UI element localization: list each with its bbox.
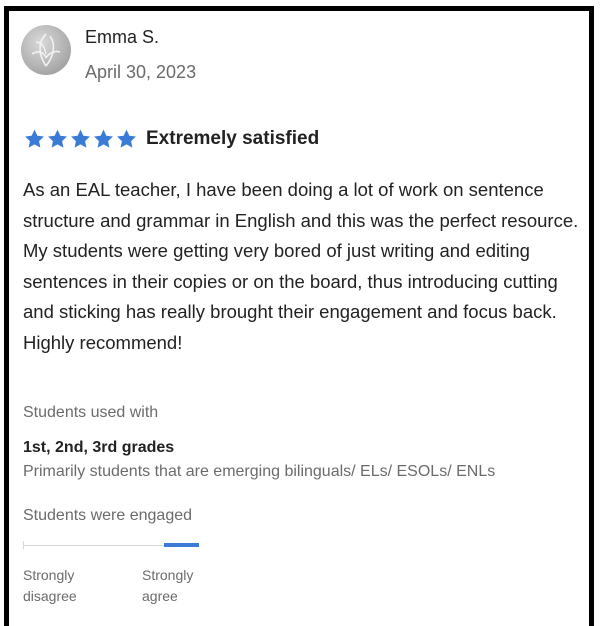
engagement-scale — [23, 541, 203, 549]
star-icon — [46, 128, 69, 150]
scale-start-tick — [23, 541, 24, 549]
students-used-with-label: Students used with — [23, 404, 159, 421]
review-date: April 30, 2023 — [85, 62, 197, 82]
scale-high-label-line2: agree — [142, 588, 178, 604]
review-text: As an EAL teacher, I have been doing a l… — [23, 179, 579, 353]
star-icon — [69, 128, 92, 150]
leaf-logo-icon — [31, 33, 61, 67]
reviewer-name: Emma S. — [85, 27, 160, 47]
scale-low-label: Strongly disagree — [23, 565, 77, 607]
star-rating — [23, 128, 138, 150]
scale-high-label: Strongly agree — [142, 565, 193, 607]
rating-row: Extremely satisfied — [23, 128, 319, 150]
star-icon — [115, 128, 138, 150]
star-icon — [23, 128, 46, 150]
scale-low-label-line2: disagree — [23, 588, 77, 604]
review-card: Emma S. April 30, 2023 Extremely satisfi… — [4, 6, 594, 626]
engagement-label: Students were engaged — [23, 507, 193, 524]
star-icon — [92, 128, 115, 150]
rating-label: Extremely satisfied — [146, 128, 320, 149]
students-description: Primarily students that are emerging bil… — [23, 463, 496, 480]
avatar — [21, 25, 71, 75]
grades-value: 1st, 2nd, 3rd grades — [23, 439, 175, 456]
scale-fill — [163, 543, 199, 547]
scale-high-label-line1: Strongly — [142, 567, 194, 583]
reviewer-header: Emma S. April 30, 2023 — [21, 25, 196, 83]
scale-low-label-line1: Strongly — [23, 567, 75, 583]
